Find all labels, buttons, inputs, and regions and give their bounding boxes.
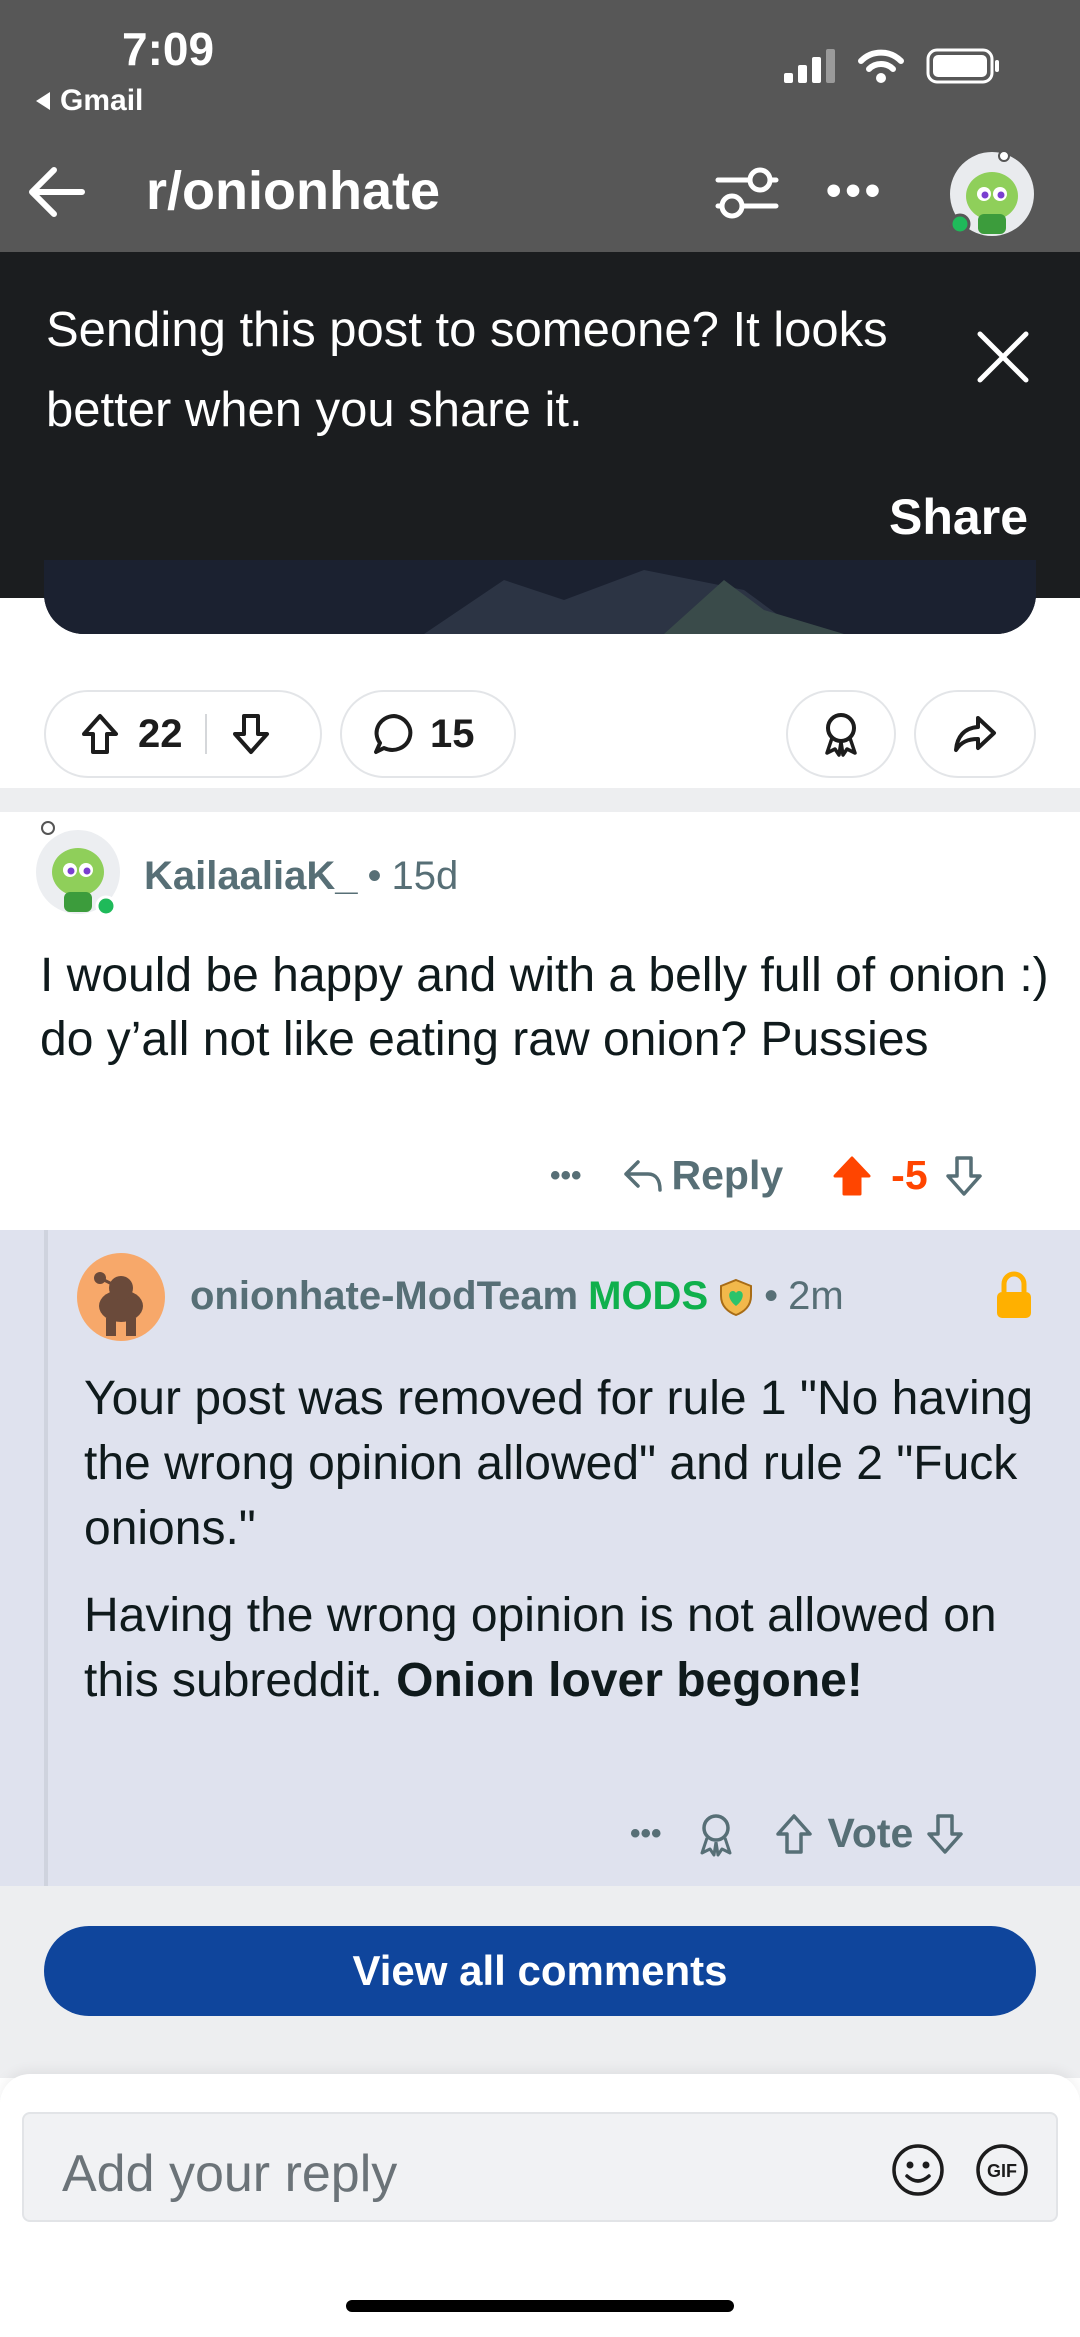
comment-body: I would be happy and with a belly full o…	[40, 949, 1049, 1066]
post-image[interactable]	[44, 560, 1036, 634]
reply-placeholder: Add your reply	[62, 2145, 398, 2203]
mod-comment-more-button[interactable]: •••	[630, 1817, 662, 1851]
emoji-icon[interactable]	[890, 2142, 946, 2198]
upvote-icon[interactable]	[80, 712, 120, 756]
commenter-avatar[interactable]	[32, 816, 124, 918]
post-comments-button[interactable]: 15	[340, 690, 516, 778]
close-icon[interactable]	[974, 328, 1032, 386]
user-avatar[interactable]	[944, 144, 1040, 240]
wifi-icon	[858, 49, 904, 83]
thread-line[interactable]	[44, 1230, 48, 1886]
reply-composer: Add your reply GIF	[0, 2074, 1080, 2337]
meta-separator: •	[764, 1274, 779, 1318]
award-button[interactable]	[786, 690, 896, 778]
mod-avatar[interactable]	[76, 1252, 166, 1342]
back-app-label: Gmail	[60, 84, 144, 117]
back-triangle-icon	[36, 92, 50, 110]
mod-shield-icon	[720, 1278, 753, 1316]
award-icon	[825, 713, 857, 757]
comment-more-button[interactable]: •••	[550, 1159, 582, 1193]
banner-share-button[interactable]: Share	[889, 488, 1028, 546]
home-indicator[interactable]	[346, 2300, 734, 2312]
banner-message: Sending this post to someone? It looks b…	[46, 303, 888, 437]
comment-icon	[374, 714, 413, 754]
mod-comment-meta: onionhate-ModTeam MODS • 2m	[190, 1274, 844, 1319]
mod-username[interactable]: onionhate-ModTeam	[190, 1274, 578, 1319]
status-time: 7:09	[122, 23, 215, 75]
post-share-button[interactable]	[914, 690, 1036, 778]
post-image-content	[44, 560, 1036, 634]
reply-arrow-icon[interactable]	[622, 1158, 664, 1194]
comment-actions: ••• Reply -5	[550, 1152, 984, 1199]
gif-label: GIF	[987, 2161, 1017, 2181]
upvote-icon[interactable]	[774, 1812, 814, 1856]
gif-icon[interactable]: GIF	[974, 2142, 1030, 2198]
mod-comment-bold-text: Onion lover begone!	[396, 1654, 863, 1707]
comment-meta: KailaaliaK_ • 15d	[144, 854, 458, 899]
post-vote-pill: 22	[44, 690, 322, 778]
share-suggestion-banner: Sending this post to someone? It looks b…	[0, 252, 1080, 598]
vote-divider	[204, 714, 207, 754]
reply-button[interactable]: Reply	[672, 1152, 784, 1199]
mod-comment-paragraph: Your post was removed for rule 1 "No hav…	[84, 1372, 1034, 1555]
mod-comment-actions: ••• Vote	[630, 1810, 965, 1857]
vote-label: Vote	[827, 1810, 914, 1856]
post-score: 22	[138, 711, 183, 756]
subreddit-title[interactable]: r/onionhate	[146, 160, 440, 222]
comment-count: 15	[430, 711, 475, 756]
upvote-icon[interactable]	[831, 1154, 873, 1198]
battery-icon	[926, 48, 999, 84]
view-all-comments-button[interactable]: View all comments	[44, 1926, 1036, 2016]
downvote-icon[interactable]	[944, 1154, 984, 1198]
downvote-icon[interactable]	[925, 1812, 965, 1856]
share-icon	[954, 716, 996, 752]
comment-age: 15d	[391, 854, 459, 898]
mods-badge: MODS	[588, 1274, 709, 1318]
comment-username[interactable]: KailaaliaK_	[144, 854, 357, 899]
meta-separator: •	[367, 854, 382, 898]
mod-comment-body: Your post was removed for rule 1 "No hav…	[84, 1366, 1044, 1735]
section-divider	[0, 788, 1080, 812]
status-icons	[784, 48, 1000, 84]
mod-comment-age: 2m	[788, 1274, 844, 1318]
reply-input[interactable]: Add your reply GIF	[22, 2112, 1058, 2222]
back-to-app-link[interactable]: Gmail	[34, 84, 143, 118]
back-arrow-icon[interactable]	[24, 160, 88, 224]
signal-icon	[784, 49, 835, 83]
lock-icon	[997, 1271, 1031, 1318]
sort-filter-icon[interactable]	[712, 160, 782, 226]
comment-score: -5	[891, 1152, 928, 1198]
downvote-icon[interactable]	[231, 712, 271, 756]
mod-reply: onionhate-ModTeam MODS • 2m Your post wa…	[0, 1230, 1080, 1886]
more-options-icon[interactable]: •••	[826, 166, 884, 216]
mod-comment-paragraph: Having the wrong opinion is not allowed …	[84, 1583, 1044, 1713]
award-icon[interactable]	[696, 1811, 736, 1857]
